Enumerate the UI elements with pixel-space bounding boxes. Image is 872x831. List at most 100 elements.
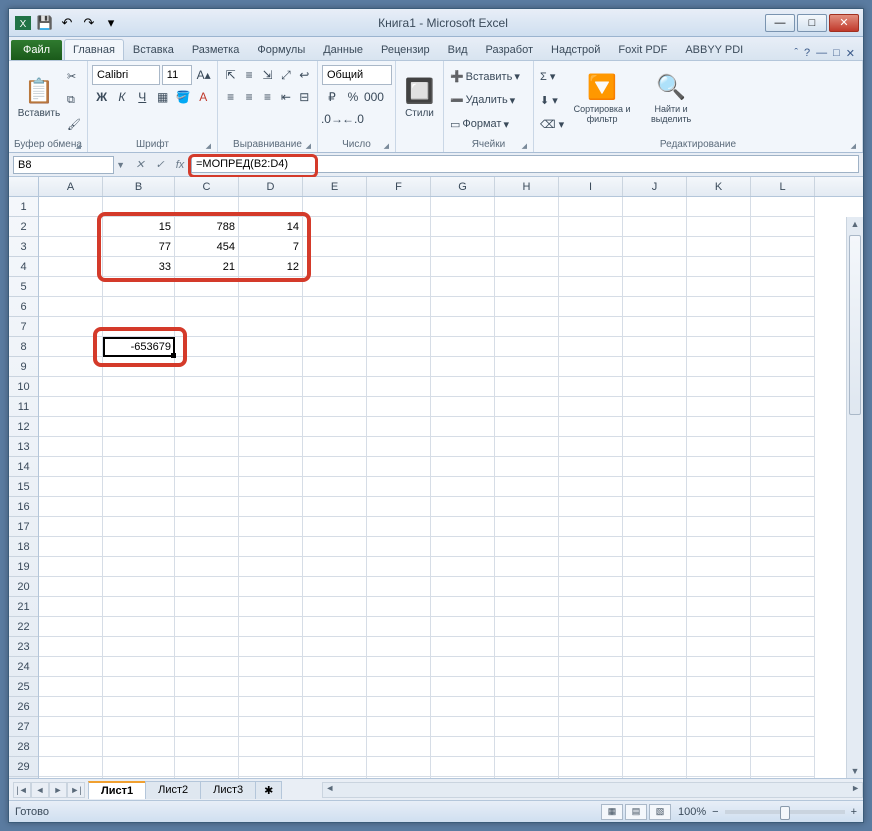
col-header-D[interactable]: D [239,177,303,196]
cell-L4[interactable] [751,257,815,277]
cell-H15[interactable] [495,477,559,497]
cell-J13[interactable] [623,437,687,457]
cell-H2[interactable] [495,217,559,237]
row-header-20[interactable]: 20 [9,577,38,597]
cell-E5[interactable] [303,277,367,297]
ribbon-tab-4[interactable]: Данные [314,39,372,60]
cell-E7[interactable] [303,317,367,337]
insert-cells-button[interactable]: ➕Вставить ▾ [450,67,527,87]
cell-E21[interactable] [303,597,367,617]
cell-A20[interactable] [39,577,103,597]
cell-H8[interactable] [495,337,559,357]
cell-C15[interactable] [175,477,239,497]
ribbon-tab-10[interactable]: ABBYY PDI [676,39,752,60]
cell-G24[interactable] [431,657,495,677]
cell-I26[interactable] [559,697,623,717]
cell-A25[interactable] [39,677,103,697]
cell-K24[interactable] [687,657,751,677]
cell-D15[interactable] [239,477,303,497]
cell-E15[interactable] [303,477,367,497]
align-right-icon[interactable]: ≡ [259,87,276,107]
cell-L9[interactable] [751,357,815,377]
cell-B21[interactable] [103,597,175,617]
cell-F25[interactable] [367,677,431,697]
cell-E13[interactable] [303,437,367,457]
cell-K28[interactable] [687,737,751,757]
cell-F4[interactable] [367,257,431,277]
cell-A11[interactable] [39,397,103,417]
vscroll-thumb[interactable] [849,235,861,415]
cell-L20[interactable] [751,577,815,597]
cell-K8[interactable] [687,337,751,357]
styles-button[interactable]: 🔲 Стили [400,63,439,133]
cell-E22[interactable] [303,617,367,637]
cell-F21[interactable] [367,597,431,617]
cell-I15[interactable] [559,477,623,497]
number-format-combo[interactable]: Общий [322,65,392,85]
cell-H5[interactable] [495,277,559,297]
cell-D5[interactable] [239,277,303,297]
cell-H25[interactable] [495,677,559,697]
col-header-L[interactable]: L [751,177,815,196]
cell-F7[interactable] [367,317,431,337]
find-select-button[interactable]: 🔍 Найти и выделить [638,63,704,133]
currency-icon[interactable]: ₽ [322,87,342,107]
cell-G15[interactable] [431,477,495,497]
cell-K27[interactable] [687,717,751,737]
cell-G14[interactable] [431,457,495,477]
cell-J21[interactable] [623,597,687,617]
cell-K15[interactable] [687,477,751,497]
cell-F16[interactable] [367,497,431,517]
cell-A7[interactable] [39,317,103,337]
cell-L13[interactable] [751,437,815,457]
cell-D26[interactable] [239,697,303,717]
cell-C1[interactable] [175,197,239,217]
cell-F5[interactable] [367,277,431,297]
format-painter-button[interactable]: 🖌 [67,114,81,134]
cell-C9[interactable] [175,357,239,377]
select-all-corner[interactable] [9,177,39,196]
fx-icon[interactable]: fx [171,159,189,171]
name-box[interactable]: B8 [13,156,114,174]
cell-I6[interactable] [559,297,623,317]
cell-D25[interactable] [239,677,303,697]
cell-B5[interactable] [103,277,175,297]
cell-H26[interactable] [495,697,559,717]
cell-C10[interactable] [175,377,239,397]
cell-D3[interactable]: 7 [239,237,303,257]
cell-F20[interactable] [367,577,431,597]
cell-I11[interactable] [559,397,623,417]
cells-area[interactable]: 1578814774547332112-653679 [39,197,863,778]
row-header-26[interactable]: 26 [9,697,38,717]
cell-I10[interactable] [559,377,623,397]
cell-D29[interactable] [239,757,303,777]
cell-H29[interactable] [495,757,559,777]
cell-K30[interactable] [687,777,751,778]
minimize-button[interactable]: — [765,14,795,32]
cell-L18[interactable] [751,537,815,557]
cell-J18[interactable] [623,537,687,557]
row-header-9[interactable]: 9 [9,357,38,377]
row-header-7[interactable]: 7 [9,317,38,337]
bold-button[interactable]: Ж [92,87,111,107]
doc-max-icon[interactable]: □ [833,47,840,60]
cell-G20[interactable] [431,577,495,597]
row-header-4[interactable]: 4 [9,257,38,277]
formula-bar[interactable]: =МОПРЕД(B2:D4) [191,155,859,173]
cell-A1[interactable] [39,197,103,217]
cell-C17[interactable] [175,517,239,537]
cell-J17[interactable] [623,517,687,537]
cell-I25[interactable] [559,677,623,697]
cell-B24[interactable] [103,657,175,677]
redo-icon[interactable]: ↷ [79,13,99,33]
cell-J22[interactable] [623,617,687,637]
cell-L17[interactable] [751,517,815,537]
cell-D21[interactable] [239,597,303,617]
cell-D24[interactable] [239,657,303,677]
cell-E29[interactable] [303,757,367,777]
cell-F2[interactable] [367,217,431,237]
cell-C18[interactable] [175,537,239,557]
ribbon-tab-1[interactable]: Вставка [124,39,183,60]
cell-D8[interactable] [239,337,303,357]
cell-H22[interactable] [495,617,559,637]
